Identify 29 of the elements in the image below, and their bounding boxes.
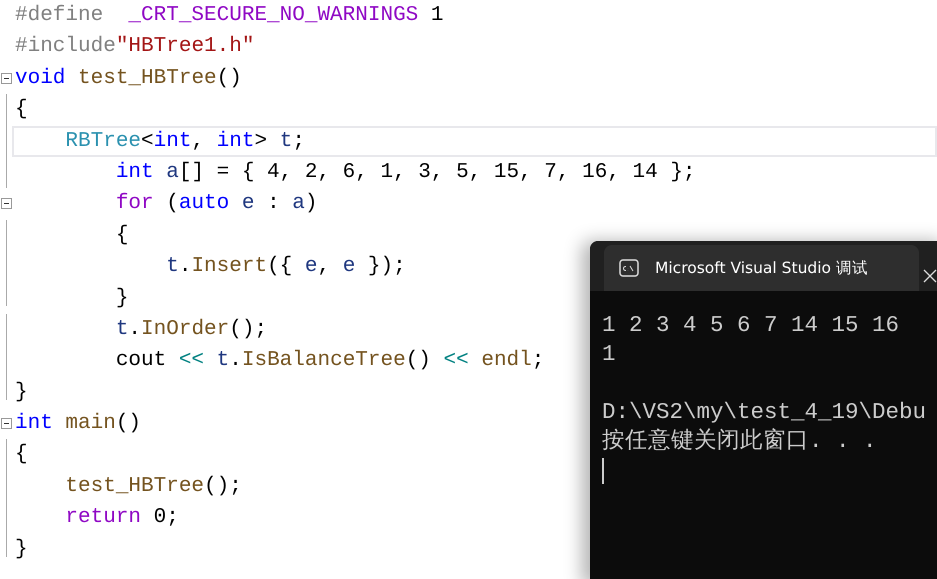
terminal-icon — [619, 259, 639, 277]
console-output-line: 1 2 3 4 5 6 7 14 15 16 — [602, 312, 900, 338]
code-line: { — [14, 442, 28, 468]
code-line: cout << t.IsBalanceTree() << endl; — [114, 348, 544, 374]
code-line: { — [114, 222, 128, 249]
code-line: } — [14, 536, 28, 563]
console-output-line: 按任意键关闭此窗口. . . — [602, 428, 877, 454]
collapse-icon[interactable] — [1, 418, 12, 430]
code-line: t.Insert({ e, e }); — [165, 254, 406, 280]
code-line: } — [114, 286, 128, 312]
collapse-icon[interactable] — [1, 72, 12, 84]
console-title: Microsoft Visual Studio 调试 — [655, 258, 868, 278]
code-line: test_HBTree(); — [64, 474, 242, 500]
collapse-icon[interactable] — [1, 198, 12, 210]
code-line: } — [14, 380, 28, 406]
code-line: int main() — [14, 411, 142, 438]
code-line: #define _CRT_SECURE_NO_WARNINGS 1 — [14, 3, 444, 29]
console-tab[interactable]: Microsoft Visual Studio 调试 — [604, 245, 919, 291]
code-line: int a[] = { 4, 2, 6, 1, 3, 5, 15, 7, 16, 14 }; — [114, 160, 696, 186]
console-output-line: 1 — [602, 341, 616, 367]
code-line: t.InOrder(); — [114, 316, 268, 343]
code-line: { — [14, 97, 28, 124]
text-cursor — [602, 458, 604, 484]
code-line: #include"HBTree1.h" — [14, 34, 254, 60]
code-line: for (auto e : a) — [114, 191, 318, 218]
close-icon[interactable] — [923, 269, 937, 283]
code-line: return 0; — [64, 505, 179, 532]
console-output-line: D:\VS2\my\test_4_19\Debu — [602, 399, 926, 425]
code-line: void test_HBTree() — [14, 66, 242, 92]
